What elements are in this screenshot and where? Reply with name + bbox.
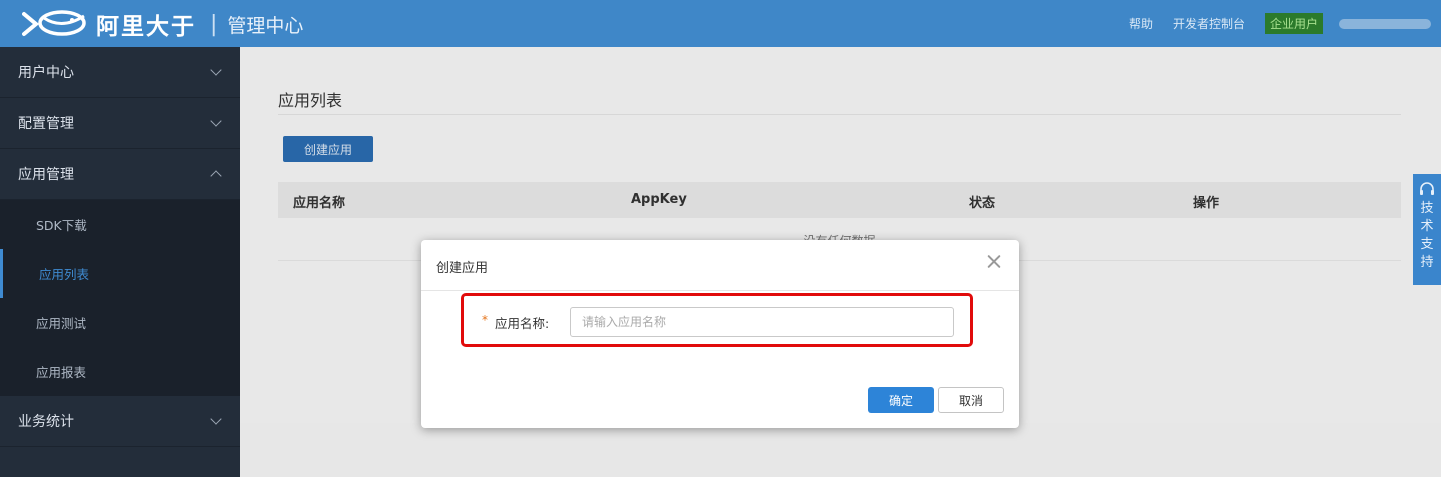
sidebar-subitem-app-report[interactable]: 应用报表: [0, 347, 240, 396]
fish-logo-icon: [22, 10, 86, 36]
enterprise-user-badge: 企业用户: [1264, 13, 1323, 34]
user-menu[interactable]: [1339, 18, 1431, 29]
top-header: 阿里大于 | 管理中心 帮助 开发者控制台 企业用户: [0, 0, 1441, 47]
tech-support-tab[interactable]: 技 术 支 持: [1413, 174, 1441, 285]
sidebar-item-label: 应用管理: [18, 167, 74, 183]
dialog-title: 创建应用: [436, 261, 489, 276]
support-label-char: 持: [1420, 255, 1434, 270]
sidebar-item-config[interactable]: 配置管理: [0, 98, 240, 149]
brand-name: 阿里大于: [96, 14, 196, 40]
sidebar-item-label: 配置管理: [18, 116, 74, 132]
create-app-dialog: 创建应用 * 应用名称: 确定 取消: [421, 240, 1019, 428]
chevron-up-icon: [210, 170, 222, 182]
chevron-down-icon: [210, 64, 222, 76]
brand-subtitle: 管理中心: [227, 14, 304, 37]
sidebar-subitem-sdk-download[interactable]: SDK下载: [0, 200, 240, 249]
cancel-button[interactable]: 取消: [938, 387, 1004, 413]
developer-console-link[interactable]: 开发者控制台: [1173, 15, 1245, 32]
required-mark: *: [482, 313, 488, 327]
support-label-char: 术: [1420, 219, 1434, 234]
app-name-label: 应用名称:: [495, 316, 550, 331]
sidebar-item-app-management[interactable]: 应用管理: [0, 149, 240, 200]
sidebar-item-user-center[interactable]: 用户中心: [0, 47, 240, 98]
support-label-char: 支: [1420, 237, 1434, 252]
close-icon[interactable]: [985, 253, 1003, 271]
help-link[interactable]: 帮助: [1129, 15, 1153, 32]
logo[interactable]: 阿里大于 | 管理中心: [22, 7, 303, 41]
sidebar: 用户中心 配置管理 应用管理 SDK下载 应用列表 应用测试 应用报表 业务统计: [0, 47, 240, 477]
sidebar-subitem-app-list[interactable]: 应用列表: [0, 249, 240, 298]
header-links: 帮助 开发者控制台 企业用户: [1129, 0, 1441, 47]
brand-separator: |: [210, 11, 218, 37]
dialog-header: 创建应用: [421, 240, 1019, 291]
support-label-char: 技: [1420, 201, 1434, 216]
headset-icon: [1420, 182, 1434, 195]
sidebar-item-label: 用户中心: [18, 65, 74, 81]
sidebar-subitem-app-test[interactable]: 应用测试: [0, 298, 240, 347]
chevron-down-icon: [210, 413, 222, 425]
sidebar-item-business-stats[interactable]: 业务统计: [0, 396, 240, 447]
chevron-down-icon: [210, 115, 222, 127]
app-name-input[interactable]: [570, 307, 954, 337]
confirm-button[interactable]: 确定: [868, 387, 934, 413]
sidebar-item-label: 业务统计: [18, 414, 74, 430]
